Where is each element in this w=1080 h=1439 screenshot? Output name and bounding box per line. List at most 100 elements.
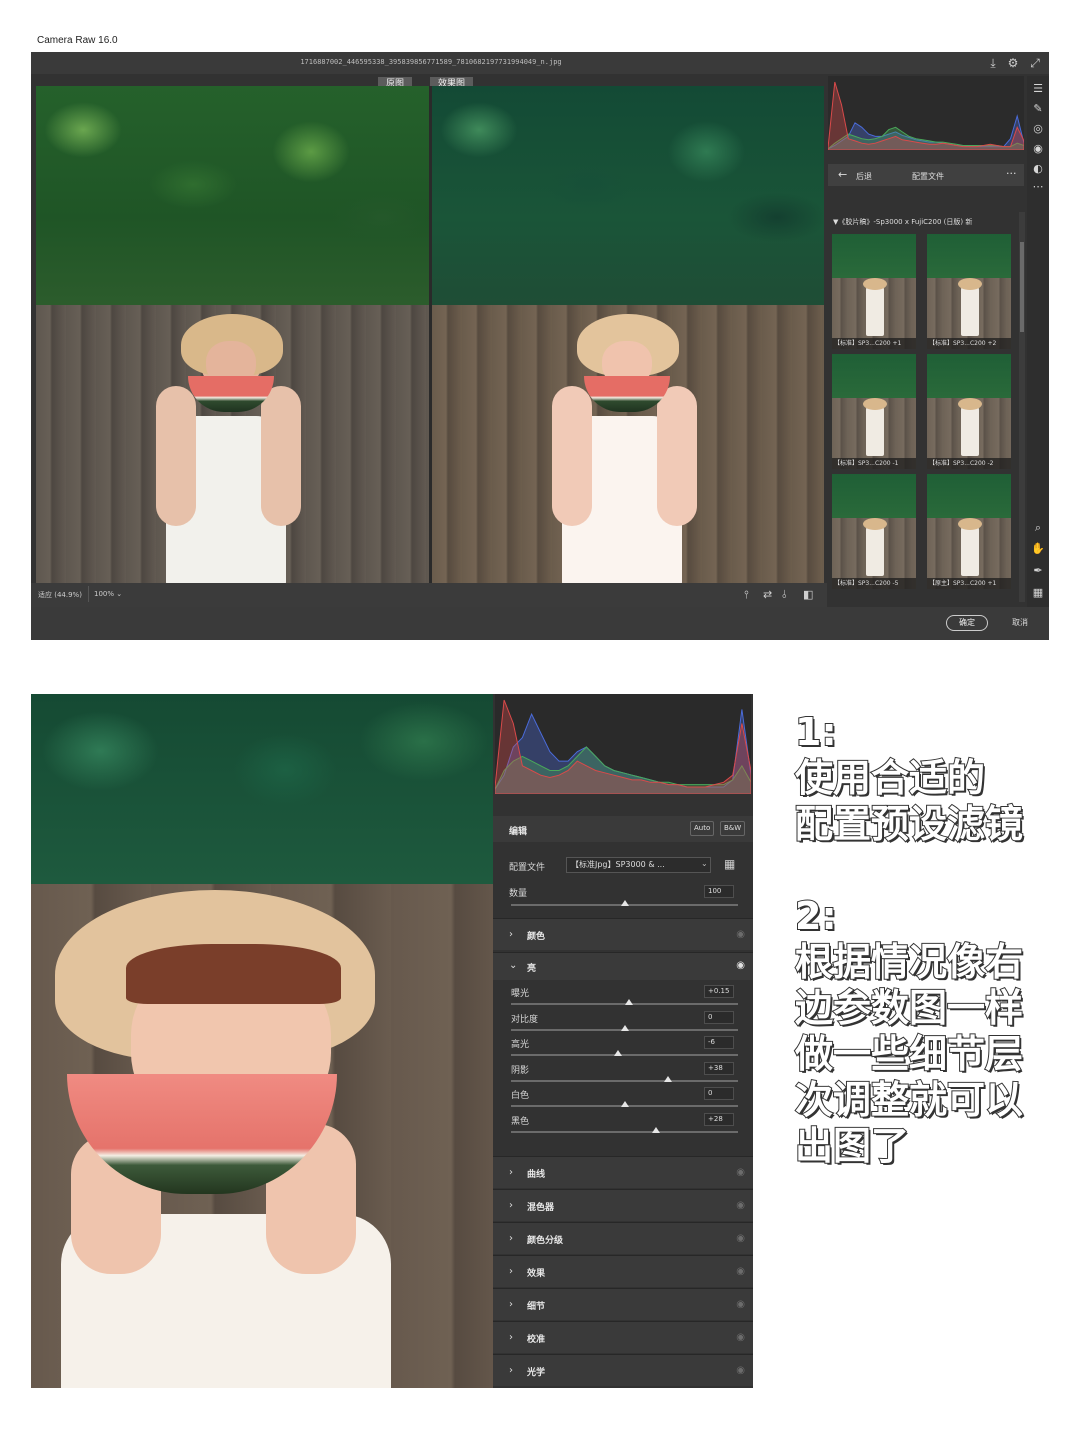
tool-strip: ☰ ✎ ◎ ◉ ◐ ⋯ ⌕ ✋ ✒ ▦ (1027, 76, 1049, 607)
ok-button[interactable]: 确定 (946, 615, 988, 631)
save-icon[interactable]: ⤓ (985, 55, 1001, 71)
before-after-toggle-icon[interactable]: ◧ (803, 588, 813, 601)
eye-icon[interactable]: ◉ (736, 1200, 745, 1211)
copy-settings-icon[interactable]: ⫰ (782, 588, 787, 602)
slider-value[interactable]: +0.15 (704, 985, 734, 998)
slider-track[interactable] (511, 1130, 738, 1133)
swap-icon[interactable]: ⇄ (763, 588, 772, 601)
collapsed-section[interactable]: › 混色器 ◉ (493, 1189, 753, 1221)
note-2-number: 2: (794, 893, 838, 939)
eye-icon[interactable]: ◉ (736, 1299, 745, 1310)
more-icon[interactable]: ··· (1006, 167, 1017, 180)
profile-thumbnail[interactable]: 【标准】SP3...C200 -1 (832, 354, 916, 469)
chevron-right-icon: › (509, 929, 513, 940)
collapsed-section[interactable]: › 效果 ◉ (493, 1255, 753, 1287)
amount-slider-thumb[interactable] (620, 900, 629, 906)
collapsed-section[interactable]: › 校准 ◉ (493, 1321, 753, 1353)
collapsed-section[interactable]: › 曲线 ◉ (493, 1156, 753, 1188)
edit-header: 编辑 Auto B&W (493, 816, 753, 842)
slider-thumb[interactable] (613, 1050, 622, 1056)
more-tools-icon[interactable]: ⋯ (1030, 179, 1046, 195)
profile-thumbnail[interactable]: 【标准】SP3...C200 -5 (832, 474, 916, 589)
slider-value[interactable]: +38 (704, 1061, 734, 1075)
chevron-right-icon: › (509, 1299, 513, 1310)
collapsed-section[interactable]: › 细节 ◉ (493, 1288, 753, 1320)
back-arrow-icon[interactable]: ← (838, 168, 847, 181)
eye-icon[interactable]: ◉ (736, 1365, 745, 1376)
profile-thumbnail-label: 【标准】SP3...C200 -1 (832, 458, 916, 469)
eye-icon[interactable]: ◉ (736, 960, 745, 971)
edit-histogram (495, 694, 751, 794)
amount-value[interactable]: 100 (704, 885, 734, 898)
slider-label: 白色 (511, 1091, 530, 1101)
fullscreen-icon[interactable]: ⤢ (1027, 55, 1043, 71)
scrollbar-thumb[interactable] (1020, 242, 1024, 332)
healing-brush-icon[interactable]: ✎ (1030, 101, 1046, 117)
grid-overlay-icon[interactable]: ▦ (1030, 585, 1046, 601)
slider-track[interactable] (511, 1079, 738, 1082)
slider-thumb[interactable] (652, 1126, 661, 1133)
slider-thumb[interactable] (620, 1024, 629, 1031)
slider-label: 黑色 (511, 1116, 530, 1127)
compare-view-icon[interactable]: ⫯ (744, 588, 749, 602)
profile-label: 配置文件 (509, 863, 546, 873)
slider-value[interactable]: 0 (704, 1087, 734, 1100)
zoom-tool-icon[interactable]: ⌕ (1030, 520, 1046, 536)
slider-track[interactable] (511, 1054, 738, 1056)
section-title: 校准 (527, 1335, 546, 1345)
slider-label: 高光 (511, 1040, 530, 1050)
slider-value[interactable]: -6 (704, 1036, 734, 1049)
gear-icon[interactable]: ⚙ (1005, 55, 1021, 71)
profile-thumbnail[interactable]: 【标准】SP3...C200 -2 (927, 354, 1011, 469)
slider-value[interactable]: +28 (704, 1112, 734, 1126)
section-title: 颜色分级 (527, 1236, 564, 1246)
slider-thumb[interactable] (625, 999, 634, 1005)
presets-icon[interactable]: ◐ (1030, 161, 1046, 177)
section-title: 细节 (527, 1302, 546, 1312)
bw-button[interactable]: B&W (720, 821, 746, 836)
masking-icon[interactable]: ◎ (1030, 121, 1046, 137)
collapsed-section[interactable]: › 光学 ◉ (493, 1354, 753, 1386)
eyedropper-icon[interactable]: ✒ (1030, 563, 1046, 579)
chevron-down-icon[interactable]: ⌄ (701, 859, 708, 868)
profile-thumbnail[interactable]: 【原主】SP3...C200 +1 (927, 474, 1011, 589)
section-title: 效果 (527, 1269, 546, 1279)
profile-thumbnail-label: 【原主】SP3...C200 +1 (927, 578, 1011, 589)
eye-icon[interactable]: ◉ (736, 1233, 745, 1244)
chevron-down-icon: ⌄ (509, 960, 518, 971)
eye-icon[interactable]: ◉ (736, 1266, 745, 1277)
profile-thumbnail[interactable]: 【标准】SP3...C200 +1 (832, 234, 916, 349)
slider-thumb[interactable] (620, 1101, 629, 1107)
profile-thumbnail[interactable]: 【标准】SP3...C200 +2 (927, 234, 1011, 349)
eye-icon[interactable]: ◉ (736, 1167, 745, 1178)
section-light[interactable]: ⌄ 亮 ◉ (493, 952, 753, 980)
before-image (36, 86, 429, 583)
slider-value[interactable]: 0 (704, 1010, 734, 1024)
chevron-right-icon: › (509, 1167, 513, 1178)
histogram-chart (828, 81, 1024, 150)
profile-select[interactable]: 【标准Jpg】SP3000 & ... (566, 857, 711, 873)
collapsed-section[interactable]: › 颜色分级 ◉ (493, 1222, 753, 1254)
section-title: 亮 (527, 964, 537, 974)
edit-sliders-icon[interactable]: ☰ (1030, 81, 1046, 97)
auto-button[interactable]: Auto (690, 821, 715, 836)
section-color[interactable]: › 颜色 ◉ (493, 918, 753, 950)
eye-icon[interactable]: ◉ (736, 1332, 745, 1343)
profile-thumbnail-label: 【标准】SP3...C200 -5 (832, 578, 916, 589)
cancel-button[interactable]: 取消 (1003, 615, 1037, 631)
back-label[interactable]: 后退 (856, 171, 872, 182)
fit-zoom-label[interactable]: 适应 (44.9%) (38, 590, 82, 600)
profile-group-label[interactable]: ▼《胶片稿》-Sp3000 x FujiC200 (日版) 新 (833, 217, 972, 227)
chevron-right-icon: › (509, 1332, 513, 1343)
profile-browser-icon[interactable]: ▦ (724, 857, 735, 871)
eye-icon[interactable]: ◉ (736, 929, 745, 940)
chevron-right-icon: › (509, 1365, 513, 1376)
slider-thumb[interactable] (663, 1075, 672, 1082)
zoom-select[interactable]: 100% ⌄ (88, 586, 126, 602)
section-title: 颜色 (527, 932, 546, 942)
hand-tool-icon[interactable]: ✋ (1030, 541, 1046, 557)
note-2-line-5: 出图了 (794, 1123, 910, 1169)
red-eye-icon[interactable]: ◉ (1030, 141, 1046, 157)
profile-thumbnail-label: 【标准】SP3...C200 +2 (927, 338, 1011, 349)
file-name: 1716887002_446595338_395839856771589_781… (300, 58, 562, 66)
